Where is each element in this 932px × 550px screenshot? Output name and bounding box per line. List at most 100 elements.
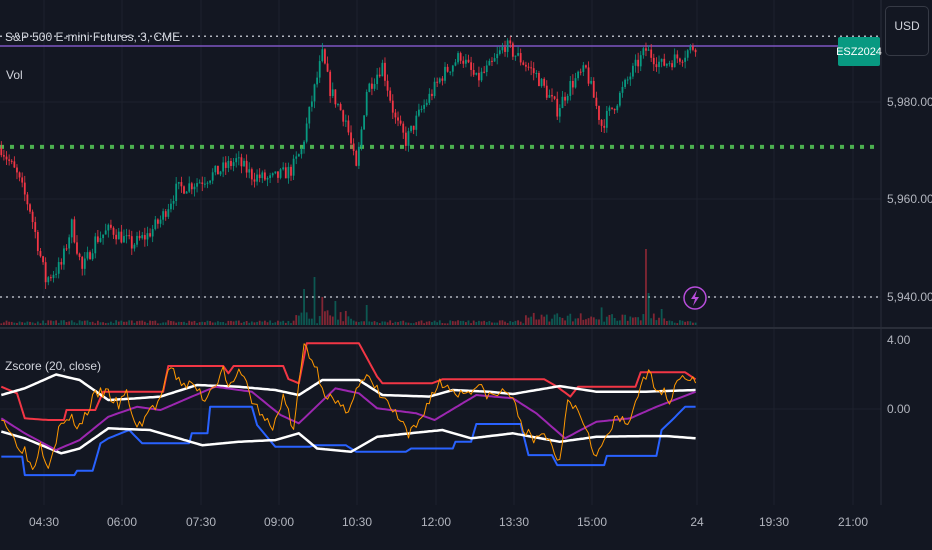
volume-bar	[258, 320, 261, 325]
candle-body	[410, 125, 412, 132]
candle-body	[355, 150, 358, 166]
volume-bar	[162, 322, 165, 325]
candle-body	[107, 224, 110, 231]
volume-bar	[292, 320, 295, 325]
volume-bar	[436, 322, 439, 325]
time-label: 07:30	[186, 515, 216, 529]
volume-bar	[352, 320, 355, 325]
candle-body	[645, 48, 647, 51]
volume-bar	[394, 321, 397, 325]
volume-bar	[624, 314, 626, 325]
time-axis[interactable]: 04:30 06:00 07:30 09:00 10:30 12:00 13:30 15:00…	[29, 515, 868, 529]
volume-bar	[198, 322, 201, 325]
volume-bar	[266, 322, 269, 325]
candle-body	[89, 252, 91, 260]
volume-bar	[626, 320, 629, 325]
candle-body	[261, 172, 264, 179]
volume-bar	[68, 321, 71, 325]
candle-body	[498, 50, 501, 54]
candle-body	[250, 169, 253, 180]
candle-body	[47, 277, 50, 283]
volume-bar	[89, 322, 91, 325]
candle-body	[509, 40, 512, 44]
volume-bar	[511, 322, 514, 325]
candle-body	[660, 58, 663, 62]
candle-body	[407, 131, 410, 146]
candle-body	[582, 65, 585, 72]
candle-body	[342, 110, 345, 122]
volume-bar	[538, 319, 540, 325]
candle-body	[462, 60, 465, 64]
volume-bar	[686, 321, 689, 325]
volume-bar	[611, 314, 613, 325]
candle-body	[671, 63, 673, 68]
time-label: 10:30	[342, 515, 372, 529]
volume-bar	[185, 323, 188, 325]
volume-bar	[313, 277, 316, 325]
volume-bar	[404, 322, 407, 325]
candle-body	[172, 200, 175, 204]
volume-bar	[295, 315, 298, 325]
candle-body	[681, 61, 684, 63]
volume-bar	[284, 322, 287, 325]
candle-body	[284, 167, 287, 179]
candle-body	[626, 79, 629, 81]
candle-body	[535, 73, 538, 75]
candle-body	[368, 83, 371, 92]
chart-canvas[interactable]: S&P 500 E-mini Futures, 3, CME Vol Zscor…	[0, 0, 932, 550]
volume-bar	[224, 323, 227, 325]
candle-body	[86, 252, 89, 259]
volume-bar	[498, 320, 501, 325]
candle-body	[347, 120, 350, 133]
symbol-legend[interactable]: S&P 500 E-mini Futures, 3, CME	[5, 30, 180, 44]
candle-body	[451, 65, 454, 72]
lightning-icon[interactable]	[683, 286, 707, 310]
volume-bar	[425, 321, 428, 325]
price-axis[interactable]: 5,980.00 5,960.00 5,940.00 4.00 0.00	[887, 95, 932, 416]
volume-bar	[99, 322, 102, 325]
volume-bar	[123, 321, 125, 325]
volume-bar	[282, 320, 285, 325]
candle-body	[658, 61, 660, 68]
volume-bar	[431, 322, 433, 325]
price-label: 5,980.00	[887, 95, 932, 109]
candle-body	[21, 177, 24, 183]
volume-bar	[120, 320, 123, 325]
volume-bar	[277, 320, 279, 325]
time-label: 12:00	[421, 515, 451, 529]
candle-body	[491, 60, 493, 62]
candle-body	[112, 227, 115, 235]
candle-body	[624, 79, 626, 87]
volume-bar	[8, 321, 11, 325]
volume-bar	[655, 320, 658, 325]
volume-bar	[261, 321, 264, 325]
price-label: 5,940.00	[887, 290, 932, 304]
indicator-legend[interactable]: Zscore (20, close)	[5, 359, 101, 373]
time-label: 15:00	[577, 515, 607, 529]
volume-bar	[115, 320, 118, 325]
volume-bar	[305, 312, 308, 325]
volume-bar	[592, 317, 595, 325]
candle-body	[561, 96, 564, 109]
candle-body	[639, 55, 642, 67]
volume-bar	[598, 319, 600, 325]
candle-body	[404, 132, 407, 146]
volume-bar	[459, 320, 462, 325]
volume-legend[interactable]: Vol	[6, 68, 23, 82]
volume-bar	[475, 321, 478, 325]
candle-body	[117, 231, 120, 240]
volume-bar	[428, 321, 431, 325]
candle-body	[357, 146, 360, 166]
candle-body	[423, 104, 426, 109]
currency-button[interactable]: USD	[885, 6, 929, 56]
volume-bar	[530, 316, 533, 325]
volume-bar	[571, 321, 574, 325]
volume-bar	[384, 321, 386, 325]
volume-bar	[472, 320, 475, 325]
candle-body	[365, 91, 368, 116]
volume-bar	[188, 320, 191, 325]
candle-body	[571, 80, 574, 88]
volume-bar	[243, 321, 245, 325]
time-label: 04:30	[29, 515, 59, 529]
candle-body	[381, 62, 384, 77]
